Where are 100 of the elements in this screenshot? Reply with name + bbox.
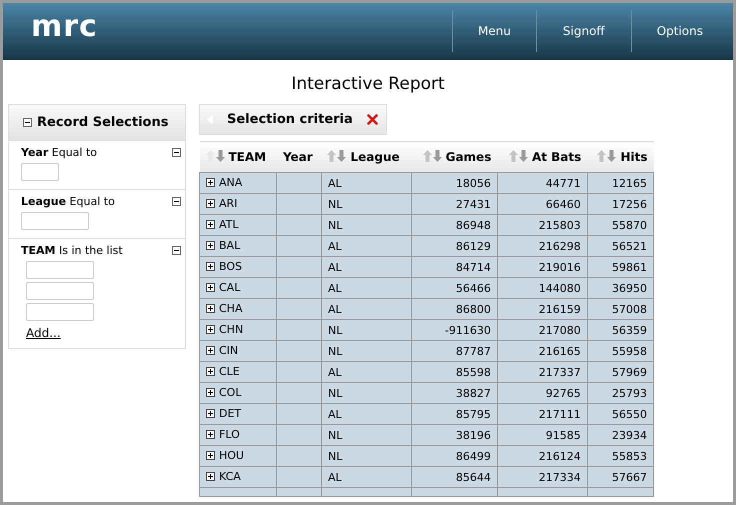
table-cell [276, 236, 322, 256]
table-cell: AL [321, 236, 412, 256]
table-cell: 55853 [587, 446, 654, 466]
table-cell: 91585 [497, 424, 588, 446]
expand-icon[interactable] [206, 262, 215, 271]
column-header[interactable]: TEAM [200, 142, 277, 172]
sort-arrows-icon[interactable] [422, 150, 443, 162]
sort-arrows-icon[interactable] [597, 150, 618, 162]
table-cell: 27431 [411, 194, 498, 214]
table-cell: 216165 [497, 340, 588, 362]
sort-arrows-icon[interactable] [206, 150, 226, 162]
table-cell: 23934 [587, 424, 654, 446]
table-cell: ATL [200, 214, 277, 236]
expand-icon[interactable] [206, 430, 215, 439]
column-header[interactable]: Games [411, 142, 498, 172]
column-header[interactable]: At Bats [497, 142, 588, 172]
table-cell [276, 214, 322, 236]
table-cell [276, 382, 322, 404]
table-cell: HOU [200, 446, 277, 466]
table-cell: 85795 [411, 404, 498, 424]
table-cell: CHA [200, 298, 277, 320]
table-cell: 38827 [411, 382, 498, 404]
table-cell: 86129 [411, 236, 498, 256]
table-cell: AL [321, 278, 412, 298]
table-cell: 55870 [587, 214, 654, 236]
table-cell: 216159 [497, 298, 588, 320]
sort-arrows-icon[interactable] [327, 150, 348, 162]
expand-icon[interactable] [206, 409, 215, 418]
table-cell: NL [321, 320, 412, 340]
expand-icon[interactable] [206, 178, 215, 187]
expand-icon[interactable] [206, 472, 215, 481]
table-cell: 219016 [497, 256, 588, 278]
sort-arrows-icon[interactable] [508, 150, 529, 162]
table-cell: KCA [200, 466, 277, 488]
expand-icon[interactable] [206, 367, 215, 376]
table-cell: FLO [200, 424, 277, 446]
table-cell: 85598 [411, 362, 498, 382]
filter-label: League Equal to [21, 195, 115, 208]
expand-icon[interactable] [206, 304, 215, 313]
table-cell: CAL [200, 278, 277, 298]
table-cell: 215803 [497, 214, 588, 236]
table-cell [276, 256, 322, 278]
table-cell: 87787 [411, 340, 498, 362]
table-cell [276, 424, 322, 446]
nav-link[interactable]: Menu [452, 10, 536, 52]
table-cell: 56550 [587, 404, 654, 424]
expand-icon[interactable] [206, 325, 215, 334]
table-cell: 216124 [497, 446, 588, 466]
table-cell: 36950 [587, 278, 654, 298]
table-cell: 55958 [587, 340, 654, 362]
table-cell: 38196 [411, 424, 498, 446]
expand-icon[interactable] [206, 220, 215, 229]
table-cell: AL [321, 256, 412, 278]
table-cell [276, 278, 322, 298]
filter-input[interactable] [26, 261, 94, 279]
nav-link[interactable]: Signoff [536, 10, 631, 52]
expand-icon[interactable] [206, 241, 215, 250]
page-title: Interactive Report [290, 73, 446, 96]
add-link[interactable]: Add... [26, 326, 61, 340]
expand-icon[interactable] [206, 199, 215, 208]
expand-icon[interactable] [206, 346, 215, 355]
filter-input[interactable] [26, 303, 94, 321]
filter-input[interactable] [26, 282, 94, 300]
table-cell: 66460 [497, 194, 588, 214]
nav-link[interactable]: Options [630, 10, 733, 52]
table-cell: 57008 [587, 298, 654, 320]
table-cell: 86800 [411, 298, 498, 320]
table-cell: 92765 [497, 382, 588, 404]
table-cell [276, 404, 322, 424]
table-cell [276, 446, 322, 466]
criteria-label: Selection criteria [227, 112, 353, 127]
collapse-icon[interactable] [172, 246, 181, 255]
table-cell: ARI [200, 194, 277, 214]
table-cell: 85644 [411, 466, 498, 488]
table-cell: 18056 [411, 172, 498, 194]
table-cell: NL [321, 340, 412, 362]
collapse-icon[interactable] [172, 197, 181, 206]
column-header[interactable]: League [321, 142, 412, 172]
table-cell: 217337 [497, 362, 588, 382]
table-cell: AL [321, 172, 412, 194]
filter-input[interactable] [21, 212, 89, 230]
expand-icon[interactable] [206, 451, 215, 460]
column-header[interactable]: Hits [587, 142, 654, 172]
collapse-icon[interactable] [172, 148, 181, 157]
filter-input[interactable] [21, 163, 59, 181]
table-cell: COL [200, 382, 277, 404]
expand-icon[interactable] [206, 388, 215, 397]
table-cell: 17256 [587, 194, 654, 214]
table-cell: DET [200, 404, 277, 424]
table-cell [276, 298, 322, 320]
collapse-icon[interactable] [23, 118, 32, 127]
table-cell: NL [321, 194, 412, 214]
table-cell: NL [321, 446, 412, 466]
close-icon[interactable] [366, 114, 378, 125]
expand-icon[interactable] [206, 283, 215, 292]
table-cell: AL [321, 298, 412, 320]
table-cell [276, 362, 322, 382]
column-header[interactable]: Year [276, 142, 322, 172]
table-cell: NL [321, 214, 412, 236]
table-cell: 44771 [497, 172, 588, 194]
